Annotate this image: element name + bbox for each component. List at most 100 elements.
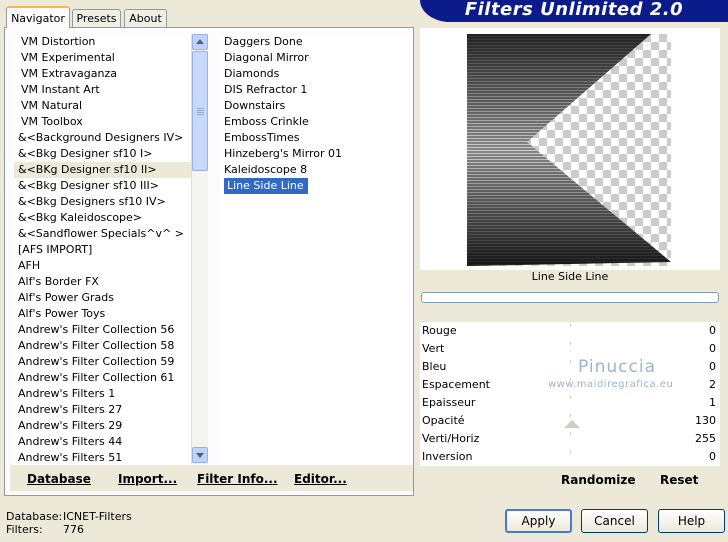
param-value: 1 xyxy=(709,396,716,409)
param-value: 255 xyxy=(695,432,716,445)
parameter-panel: Rouge 0 Vert 0 Bleu 0 Espacement 2 Epaisseur 1 Opa… xyxy=(420,322,720,466)
database-button[interactable]: Database xyxy=(27,472,91,486)
scroll-down-button[interactable] xyxy=(192,447,208,463)
filters-count-value: 776 xyxy=(63,523,84,536)
filter-item[interactable]: EmbossTimes xyxy=(220,130,410,146)
category-item[interactable]: Andrew's Filter Collection 58 xyxy=(14,338,191,354)
param-name: Vert xyxy=(422,342,445,355)
filter-item-label: Diamonds xyxy=(224,67,280,80)
randomize-button[interactable]: Randomize xyxy=(561,473,635,487)
category-item[interactable]: Alf's Border FX xyxy=(14,274,191,290)
category-item[interactable]: &<Bkg Designer sf10 I> xyxy=(14,146,191,162)
param-value: 0 xyxy=(709,324,716,337)
param-value: 2 xyxy=(709,378,716,391)
arrow-up-icon xyxy=(196,39,204,44)
preview-filter-name: Line Side Line xyxy=(420,270,720,286)
filters-count-label: Filters: xyxy=(6,523,43,536)
watermark-url: www.maidiregrafica.eu xyxy=(548,379,674,390)
param-value: 130 xyxy=(695,414,716,427)
category-item[interactable]: &<BKg Designer sf10 II> xyxy=(14,162,191,178)
category-item[interactable]: Andrew's Filter Collection 61 xyxy=(14,370,191,386)
category-item[interactable]: VM Toolbox xyxy=(14,114,191,130)
param-name: Opacité xyxy=(422,414,465,427)
param-value: 0 xyxy=(709,360,716,373)
scroll-thumb[interactable] xyxy=(192,51,208,171)
category-item[interactable]: VM Extravaganza xyxy=(14,66,191,82)
progress-bar xyxy=(421,292,719,303)
param-slider-row[interactable]: Rouge 0 xyxy=(420,322,720,340)
filter-item[interactable]: Kaleidoscope 8 xyxy=(220,162,410,178)
database-value: ICNET-Filters xyxy=(63,510,132,523)
param-slider-row[interactable]: Vert 0 xyxy=(420,340,720,358)
category-item[interactable]: Andrew's Filter Collection 59 xyxy=(14,354,191,370)
preview-image xyxy=(467,34,671,266)
reset-button[interactable]: Reset xyxy=(660,473,698,487)
apply-button[interactable]: Apply xyxy=(505,509,572,533)
slider-thumb[interactable] xyxy=(564,420,580,428)
category-item[interactable]: Alf's Power Toys xyxy=(14,306,191,322)
filter-item-label: Emboss Crinkle xyxy=(224,115,309,128)
filter-item-label: Daggers Done xyxy=(224,35,303,48)
param-slider-row[interactable]: Epaisseur 1 xyxy=(420,394,720,412)
filter-item[interactable]: Emboss Crinkle xyxy=(220,114,410,130)
category-item[interactable]: Andrew's Filter Collection 56 xyxy=(14,322,191,338)
filter-item-label: Kaleidoscope 8 xyxy=(224,163,308,176)
filter-item-label: Diagonal Mirror xyxy=(224,51,309,64)
category-item[interactable]: Alf's Power Grads xyxy=(14,290,191,306)
watermark-name: Pinuccia xyxy=(578,357,656,377)
tab-about[interactable]: About xyxy=(124,9,167,27)
filter-item[interactable]: Diagonal Mirror xyxy=(220,50,410,66)
category-item[interactable]: VM Instant Art xyxy=(14,82,191,98)
category-list[interactable]: VM Distortion VM Experimental VM Extravaga… xyxy=(14,34,191,464)
category-item[interactable]: Andrew's Filters 51 xyxy=(14,450,191,464)
category-item[interactable]: Andrew's Filters 1 xyxy=(14,386,191,402)
param-slider-row[interactable]: Verti/Horiz 255 xyxy=(420,430,720,448)
filter-item[interactable]: Diamonds xyxy=(220,66,410,82)
navigator-toolbar: Database Import... Filter Info... Editor… xyxy=(10,465,413,491)
editor-button[interactable]: Editor... xyxy=(294,472,347,486)
filter-list[interactable]: Daggers Done Diagonal Mirror Diamonds DIS R… xyxy=(220,34,410,464)
param-name: Bleu xyxy=(422,360,447,373)
param-name: Epaisseur xyxy=(422,396,476,409)
filter-item[interactable]: Daggers Done xyxy=(220,34,410,50)
tab-navigator[interactable]: Navigator xyxy=(6,6,70,28)
param-name: Espacement xyxy=(422,378,490,391)
param-slider-row[interactable]: Inversion 0 xyxy=(420,448,720,466)
filter-item[interactable]: Hinzeberg's Mirror 01 xyxy=(220,146,410,162)
category-item[interactable]: &<Bkg Designer sf10 III> xyxy=(14,178,191,194)
category-item[interactable]: Andrew's Filters 27 xyxy=(14,402,191,418)
category-item[interactable]: VM Distortion xyxy=(14,34,191,50)
filter-item-label: Downstairs xyxy=(224,99,286,112)
filter-item-label: Line Side Line xyxy=(224,178,308,194)
import-button[interactable]: Import... xyxy=(118,472,177,486)
tab-presets[interactable]: Presets xyxy=(72,9,121,27)
category-item[interactable]: AFH xyxy=(14,258,191,274)
category-item[interactable]: [AFS IMPORT] xyxy=(14,242,191,258)
category-item[interactable]: VM Natural xyxy=(14,98,191,114)
category-item[interactable]: &<Bkg Designers sf10 IV> xyxy=(14,194,191,210)
param-value: 0 xyxy=(709,450,716,463)
filter-item-label: EmbossTimes xyxy=(224,131,300,144)
arrow-down-icon xyxy=(196,453,204,458)
cancel-button[interactable]: Cancel xyxy=(581,509,648,533)
param-slider-row[interactable]: Bleu 0 xyxy=(420,358,720,376)
category-scrollbar[interactable] xyxy=(191,34,208,464)
app-title: Filters Unlimited 2.0 xyxy=(420,0,728,22)
preset-toolbar: Randomize Reset xyxy=(420,466,720,492)
filter-info-button[interactable]: Filter Info... xyxy=(197,472,278,486)
param-name: Rouge xyxy=(422,324,457,337)
database-label: Database: xyxy=(6,510,63,523)
filter-item[interactable]: Line Side Line xyxy=(220,178,410,194)
filter-item[interactable]: DIS Refractor 1 xyxy=(220,82,410,98)
category-item[interactable]: Andrew's Filters 44 xyxy=(14,434,191,450)
help-button[interactable]: Help xyxy=(658,509,725,533)
category-item[interactable]: &<Sandflower Specials^v^ > xyxy=(14,226,191,242)
category-item[interactable]: Andrew's Filters 29 xyxy=(14,418,191,434)
param-name: Verti/Horiz xyxy=(422,432,480,445)
scroll-up-button[interactable] xyxy=(192,34,208,50)
category-item[interactable]: &<Bkg Kaleidoscope> xyxy=(14,210,191,226)
category-item[interactable]: VM Experimental xyxy=(14,50,191,66)
param-value: 0 xyxy=(709,342,716,355)
filter-item[interactable]: Downstairs xyxy=(220,98,410,114)
category-item[interactable]: &<Background Designers IV> xyxy=(14,130,191,146)
